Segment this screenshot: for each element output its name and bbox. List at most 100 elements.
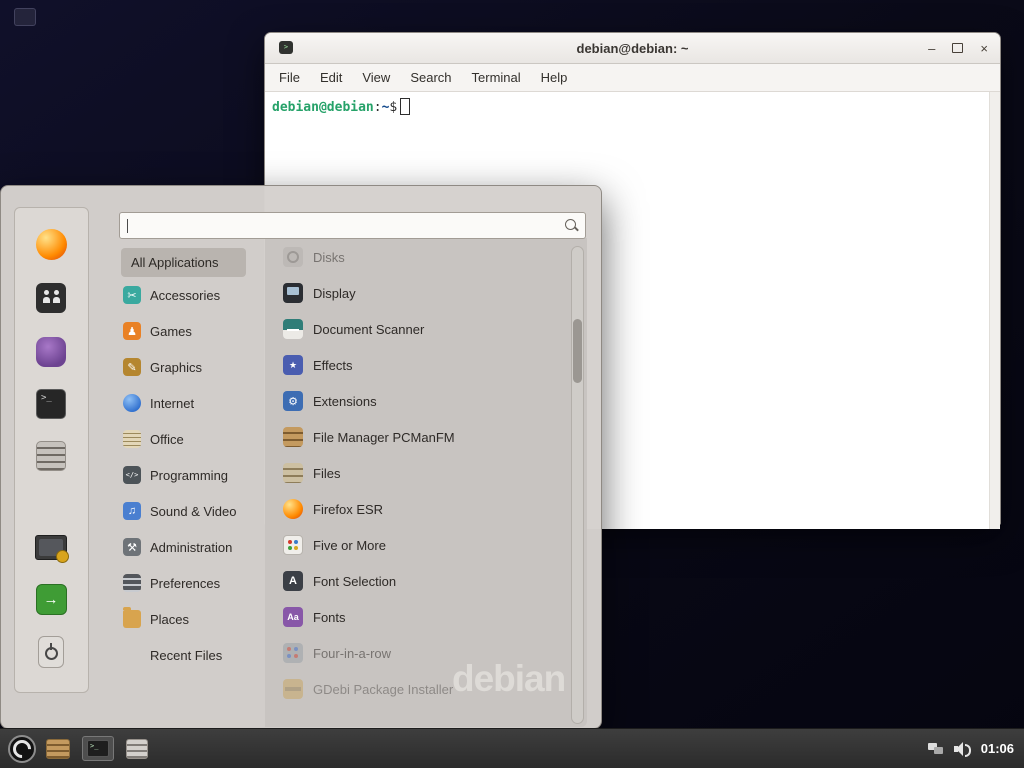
document-scanner-icon — [283, 319, 303, 339]
app-firefox-esr[interactable]: Firefox ESR — [283, 491, 571, 527]
volume-icon[interactable] — [954, 742, 971, 756]
app-label: Fonts — [313, 610, 346, 625]
category-all-applications[interactable]: All Applications — [121, 248, 246, 277]
shut-down-button[interactable] — [35, 636, 67, 668]
category-label: Programming — [150, 468, 228, 483]
menu-help[interactable]: Help — [531, 70, 578, 85]
app-five-or-more[interactable]: Five or More — [283, 527, 571, 563]
extensions-icon: ⚙ — [283, 391, 303, 411]
search-input[interactable] — [126, 215, 560, 238]
app-label: Extensions — [313, 394, 377, 409]
category-places[interactable]: Places — [123, 602, 273, 636]
app-label: Four-in-a-row — [313, 646, 391, 661]
places-icon — [123, 610, 141, 628]
administration-icon: ⚒ — [123, 538, 141, 556]
category-preferences[interactable]: Preferences — [123, 566, 273, 600]
preferences-icon — [123, 574, 141, 592]
favorite-files[interactable] — [35, 440, 67, 472]
menu-view[interactable]: View — [352, 70, 400, 85]
desktop-shortcut-icon[interactable] — [14, 8, 36, 26]
window-title: debian@debian: ~ — [577, 41, 689, 56]
app-display[interactable]: Display — [283, 275, 571, 311]
accessories-icon: ✂ — [123, 286, 141, 304]
category-sound-video[interactable]: ♫ Sound & Video — [123, 494, 273, 528]
lock-screen-icon — [35, 535, 67, 560]
category-label: Graphics — [150, 360, 202, 375]
app-fonts[interactable]: Aa Fonts — [283, 599, 571, 635]
desktop: > debian@debian: ~ – × File Edit View Se… — [0, 0, 1024, 768]
app-files[interactable]: Files — [283, 455, 571, 491]
app-label: Firefox ESR — [313, 502, 383, 517]
category-label: Places — [150, 612, 189, 627]
terminal-cursor — [400, 98, 410, 115]
favorite-gallery[interactable] — [35, 282, 67, 314]
files-icon — [36, 441, 66, 471]
clock[interactable]: 01:06 — [981, 741, 1014, 756]
gallery-icon — [36, 283, 66, 313]
maximize-button[interactable] — [952, 43, 963, 53]
category-office[interactable]: Office — [123, 422, 273, 456]
terminal-scrollbar[interactable] — [989, 92, 1000, 529]
category-administration[interactable]: ⚒ Administration — [123, 530, 273, 564]
app-extensions[interactable]: ⚙ Extensions — [283, 383, 571, 419]
app-font-selection[interactable]: A Font Selection — [283, 563, 571, 599]
disks-icon — [283, 247, 303, 267]
favorite-firefox[interactable] — [35, 228, 67, 260]
four-in-a-row-icon — [283, 643, 303, 663]
taskbar-launchers: >_ — [46, 736, 148, 761]
category-accessories[interactable]: ✂ Accessories — [123, 278, 273, 312]
menu-file[interactable]: File — [269, 70, 310, 85]
favorite-app[interactable] — [35, 336, 67, 368]
menu-button[interactable] — [8, 735, 36, 763]
menu-terminal[interactable]: Terminal — [462, 70, 531, 85]
menu-edit[interactable]: Edit — [310, 70, 352, 85]
files-launcher-icon[interactable] — [126, 739, 148, 759]
category-programming[interactable]: </> Programming — [123, 458, 273, 492]
terminal-app-icon: > — [279, 41, 293, 54]
app-label: Files — [313, 466, 340, 481]
category-graphics[interactable]: ✎ Graphics — [123, 350, 273, 384]
close-button[interactable]: × — [980, 42, 988, 55]
file-manager-icon — [283, 427, 303, 447]
log-out-button[interactable]: → — [35, 583, 67, 615]
app-document-scanner[interactable]: Document Scanner — [283, 311, 571, 347]
app-gdebi-package-installer[interactable]: GDebi Package Installer — [283, 671, 571, 707]
apps-scrollbar-thumb[interactable] — [573, 319, 582, 383]
internet-icon — [123, 394, 141, 412]
graphics-icon: ✎ — [123, 358, 141, 376]
no-icon — [123, 646, 141, 664]
log-out-icon: → — [36, 584, 67, 615]
category-recent-files[interactable]: Recent Files — [123, 638, 273, 672]
app-effects[interactable]: ★ Effects — [283, 347, 571, 383]
terminal-titlebar[interactable]: > debian@debian: ~ – × — [265, 33, 1000, 64]
category-label: Accessories — [150, 288, 220, 303]
lock-screen-button[interactable] — [35, 531, 67, 563]
favorite-terminal[interactable]: >_ — [35, 388, 67, 420]
display-icon — [283, 283, 303, 303]
terminal-window-button[interactable]: >_ — [82, 736, 114, 761]
terminal-menubar: File Edit View Search Terminal Help — [265, 64, 1000, 92]
app-file-manager-pcmanfm[interactable]: File Manager PCManFM — [283, 419, 571, 455]
minimize-button[interactable]: – — [928, 42, 935, 55]
gdebi-icon — [283, 679, 303, 699]
search-box — [119, 212, 586, 239]
file-manager-launcher-icon[interactable] — [46, 739, 70, 759]
font-selection-icon: A — [283, 571, 303, 591]
category-label: Recent Files — [150, 648, 222, 663]
category-label: Administration — [150, 540, 232, 555]
menu-search[interactable]: Search — [400, 70, 461, 85]
volume-wave — [965, 744, 971, 757]
taskbar: >_ 01:06 — [0, 728, 1024, 768]
firefox-icon — [283, 499, 303, 519]
prompt-user-host: debian@debian — [272, 100, 374, 115]
network-icon[interactable] — [928, 742, 944, 756]
apps-scrollbar-track[interactable] — [571, 246, 584, 724]
category-internet[interactable]: Internet — [123, 386, 273, 420]
category-games[interactable]: ♟ Games — [123, 314, 273, 348]
app-four-in-a-row[interactable]: Four-in-a-row — [283, 635, 571, 671]
system-tray: 01:06 — [928, 741, 1024, 756]
terminal-icon: >_ — [36, 389, 66, 419]
games-icon: ♟ — [123, 322, 141, 340]
app-disks[interactable]: Disks — [283, 239, 571, 275]
terminal-icon: >_ — [87, 740, 109, 757]
